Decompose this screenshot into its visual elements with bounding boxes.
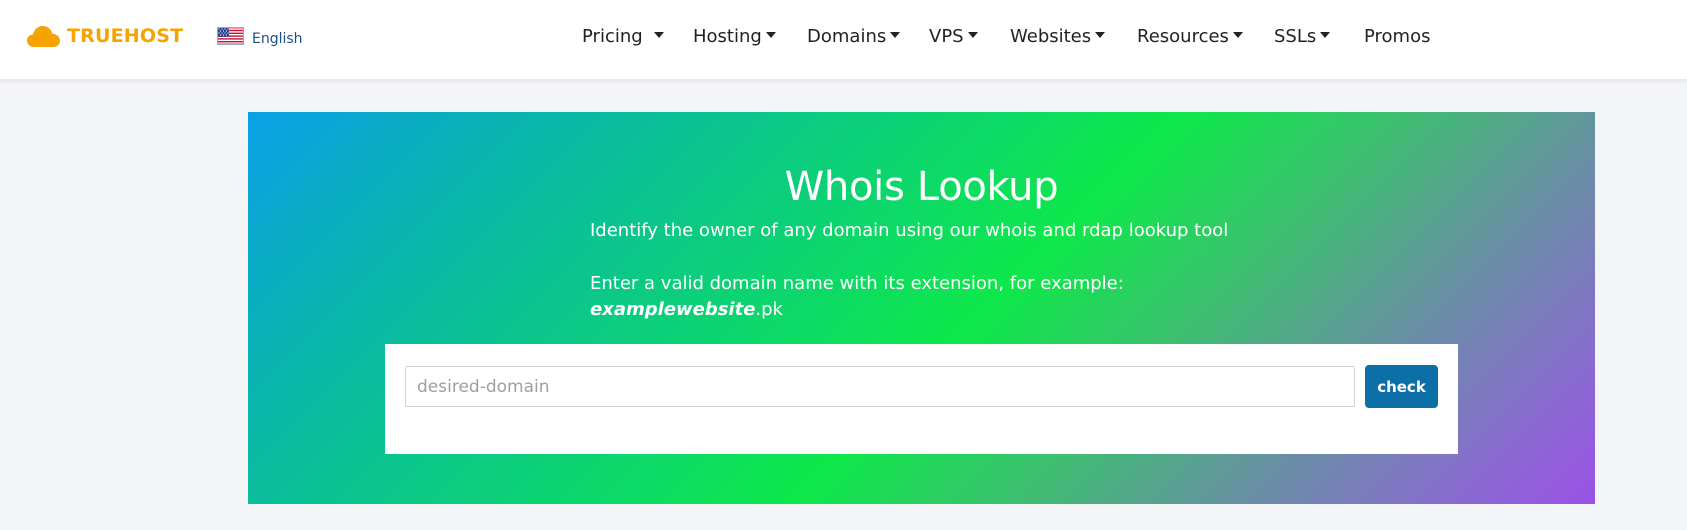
caret-down-icon [765,31,776,38]
caret-down-icon [1095,31,1106,38]
domain-search-input[interactable] [405,366,1355,407]
nav-ssls[interactable]: SSLs [1274,24,1331,48]
nav-label: SSLs [1274,25,1317,47]
language-selector[interactable]: English [217,27,303,50]
nav-label: VPS [929,25,964,47]
caret-down-icon [1320,31,1331,38]
caret-down-icon [967,31,978,38]
caret-down-icon [653,31,664,38]
nav-label: Domains [807,25,887,47]
whois-hero: Whois Lookup Identify the owner of any d… [248,112,1595,504]
nav-vps[interactable]: VPS [929,24,978,48]
nav-label: Hosting [693,25,762,47]
brand-logo-link[interactable]: TRUEHOST [26,22,183,50]
nav-domains[interactable]: Domains [807,24,901,48]
example-extension: .pk [755,299,783,320]
page-title: Whois Lookup [784,164,1059,210]
caret-down-icon [890,31,901,38]
search-card: check [385,344,1458,454]
domain-example: examplewebsite.pk [590,299,783,320]
nav-pricing[interactable]: Pricing [582,24,664,48]
nav-promos[interactable]: Promos [1364,24,1430,48]
hero-instruction: Enter a valid domain name with its exten… [590,273,1124,294]
nav-hosting[interactable]: Hosting [693,24,776,48]
nav-resources[interactable]: Resources [1137,24,1243,48]
nav-websites[interactable]: Websites [1010,24,1106,48]
nav-label: Promos [1364,25,1431,47]
nav-label: Resources [1137,25,1229,47]
language-label: English [252,30,303,47]
us-flag-icon [217,27,244,50]
example-name: examplewebsite [590,299,756,320]
top-navbar: TRUEHOST English Pricing Hosting Domains… [0,0,1687,80]
nav-label: Pricing [582,25,643,47]
brand-name: TRUEHOST [67,25,184,47]
hero-subtitle: Identify the owner of any domain using o… [590,220,1229,241]
caret-down-icon [1232,31,1243,38]
cloud-icon [26,24,61,48]
check-button[interactable]: check [1365,365,1438,408]
nav-label: Websites [1010,25,1092,47]
